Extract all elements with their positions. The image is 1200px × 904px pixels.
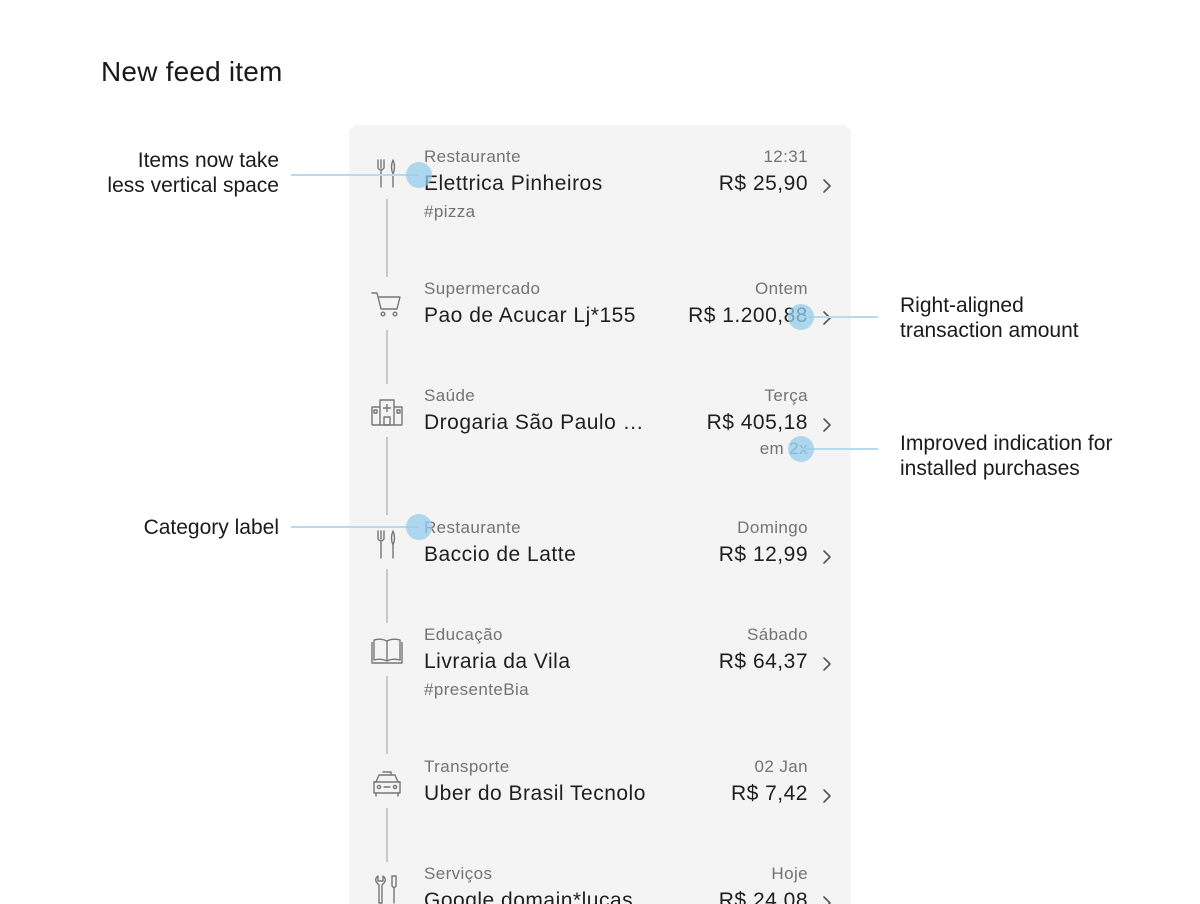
merchant-name: Livraria da Vila [424,650,571,673]
annotation-category-label: Category label [144,515,279,540]
category-label: Supermercado [424,279,541,298]
transaction-time: Sábado [746,625,808,644]
category-label: Serviços [424,864,493,883]
annotation-line: less vertical space [107,174,279,197]
merchant-name: Google domain*lucas [424,889,634,904]
transaction-time: Hoje [771,864,808,883]
category-label: Educação [424,625,503,644]
transaction-amount: R$ 25,90 [718,172,808,195]
chevron-right-icon [819,548,833,566]
feed-item[interactable]: Saúde Drogaria São Paulo F... Terça R$ 4… [349,386,851,476]
chevron-right-icon [819,416,833,434]
feed-item[interactable]: Supermercado Pao de Acucar Lj*155 Ontem … [349,279,851,339]
annotation-line: transaction amount [900,319,1079,342]
category-label: Restaurante [424,518,522,537]
annotation-line: installed purchases [900,457,1080,480]
callout-line [291,526,419,528]
chevron-right-icon [819,309,833,327]
transaction-time: 12:31 [763,147,808,166]
category-label: Transporte [424,757,510,776]
annotation-installments: Improved indication for installed purcha… [900,431,1112,481]
annotation-compact-items: Items now take less vertical space [107,148,279,198]
transaction-time: 02 Jan [754,757,808,776]
transaction-time: Domingo [737,518,808,537]
merchant-name: Baccio de Latte [424,543,577,566]
callout-line [291,174,419,176]
merchant-name: Elettrica Pinheiros [424,172,603,195]
feed-item[interactable]: Restaurante Elettrica Pinheiros #pizza 1… [349,147,851,247]
transaction-amount: R$ 12,99 [718,543,808,566]
annotation-line: Improved indication for [900,432,1113,455]
car-icon [369,764,405,800]
transaction-amount: R$ 64,37 [718,650,808,673]
transaction-time: Ontem [754,279,808,298]
transaction-amount: R$ 24,08 [718,889,808,904]
callout-dot [406,162,432,188]
annotation-line: Category label [143,516,279,539]
page-title: New feed item [101,56,283,87]
open-book-icon [369,632,405,668]
hospital-icon [369,394,405,430]
tools-icon [369,872,405,904]
chevron-right-icon [819,655,833,673]
fork-knife-icon [369,527,405,563]
feed-item[interactable]: Serviços Google domain*lucas Hoje R$ 24,… [349,864,851,904]
chevron-right-icon [819,177,833,195]
annotation-line: Items now take [137,149,279,172]
annotation-right-aligned-amount: Right-aligned transaction amount [900,293,1079,343]
callout-dot [788,436,814,462]
feed-item[interactable]: Educação Livraria da Vila #presenteBia S… [349,625,851,725]
chevron-right-icon [819,894,833,904]
transaction-time: Terça [764,386,808,405]
merchant-name: Uber do Brasil Tecnolo [424,782,646,805]
transaction-tag: #presenteBia [424,680,529,699]
merchant-name: Pao de Acucar Lj*155 [424,304,636,327]
merchant-name: Drogaria São Paulo F... [424,411,649,434]
chevron-right-icon [819,787,833,805]
transaction-tag: #pizza [424,202,476,221]
category-label: Restaurante [424,147,522,166]
callout-dot [406,514,432,540]
category-label: Saúde [424,386,476,405]
transaction-amount: R$ 405,18 [706,411,808,434]
feed-item[interactable]: Transporte Uber do Brasil Tecnolo 02 Jan… [349,757,851,817]
transaction-amount: R$ 7,42 [730,782,808,805]
annotation-line: Right-aligned [900,294,1024,317]
callout-dot [788,304,814,330]
shopping-cart-icon [369,286,405,322]
